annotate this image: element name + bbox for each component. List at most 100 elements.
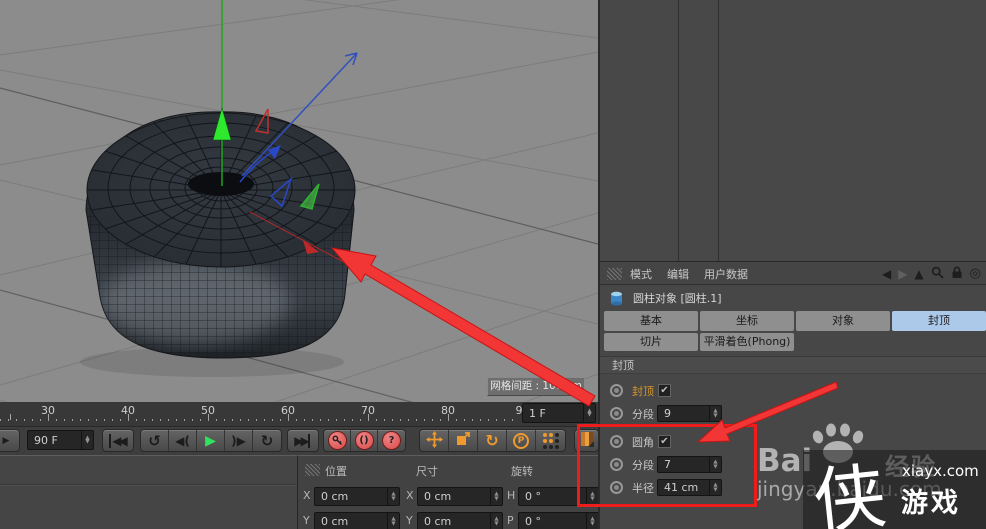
position-header: 位置 [325, 465, 347, 478]
search-icon[interactable] [931, 266, 944, 282]
record-position-button[interactable] [420, 430, 449, 451]
stepper-arrows-icon[interactable] [709, 480, 721, 495]
property-row-cap-segments: 分段 9 [600, 404, 986, 423]
range-end-field[interactable]: 1 F [522, 403, 596, 423]
tab-caps[interactable]: 封顶 [892, 311, 986, 331]
stepper-arrows-icon[interactable] [583, 404, 595, 422]
current-frame-field[interactable]: 90 F [27, 430, 94, 450]
tab-row-primary: 基本 坐标 对象 封顶 [604, 311, 986, 331]
keyframe-circle-icon[interactable] [610, 407, 623, 420]
autokey-button[interactable]: () [351, 430, 378, 451]
viewport-3d[interactable]: 网格间距 : 100 cm [0, 0, 598, 402]
menu-edit[interactable]: 编辑 [667, 266, 689, 282]
focus-target-icon[interactable]: ◎ [970, 266, 981, 281]
record-group: () ? [323, 429, 406, 452]
parent-up-icon[interactable]: ▲ [914, 267, 923, 281]
menu-user-data[interactable]: 用户数据 [704, 266, 748, 282]
history-forward-icon[interactable]: ▶ [898, 267, 907, 281]
coord-label: Y [303, 514, 310, 527]
coord-label: X [406, 489, 414, 502]
record-scale-button[interactable] [449, 430, 478, 451]
property-label: 半径 [632, 481, 654, 495]
stepper-arrows-icon[interactable] [387, 488, 399, 505]
stepper-arrows-icon[interactable] [709, 457, 721, 472]
history-back-icon[interactable]: ◀ [882, 267, 891, 281]
panel-grip-icon[interactable] [305, 464, 320, 476]
keyframe-circle-icon[interactable] [610, 435, 623, 448]
fillet-segments-field[interactable]: 7 [657, 456, 722, 473]
play-icon: ▶ [205, 432, 216, 449]
cap-segments-field[interactable]: 9 [657, 405, 722, 422]
material-manager-panel[interactable] [0, 455, 297, 529]
record-pla-button[interactable] [536, 430, 565, 451]
next-key-button[interactable]: )▶ [225, 430, 253, 451]
goto-end-button[interactable]: ▶▶ [287, 429, 319, 452]
tab-basic[interactable]: 基本 [604, 311, 698, 331]
timeline-ruler[interactable]: 30 40 50 60 70 80 9 [0, 402, 598, 427]
rotation-p-field[interactable]: 0 ° [518, 512, 598, 529]
fillet-checkbox[interactable]: ✔ [658, 435, 671, 448]
fillet-radius-field[interactable]: 41 cm [657, 479, 722, 496]
object-header[interactable]: 圆柱对象 [圆柱.1] [600, 287, 986, 309]
parentheses-icon: () [354, 431, 374, 450]
mini-play-button[interactable]: ▶ [0, 429, 20, 452]
record-parameter-button[interactable]: P [507, 430, 536, 451]
menu-mode[interactable]: 模式 [630, 266, 652, 282]
caps-checkbox[interactable]: ✔ [658, 384, 671, 397]
play-button[interactable]: ▶ [197, 430, 225, 451]
rotate-icon: ↻ [485, 431, 499, 450]
coordinates-panel: 位置 尺寸 旋转 X 0 cm X 0 cm H 0 ° Y 0 cm Y 0 … [297, 455, 598, 529]
stepper-arrows-icon[interactable] [709, 406, 721, 421]
property-row-fillet-segments: 分段 7 [600, 455, 986, 474]
tab-phong[interactable]: 平滑着色(Phong) [700, 333, 794, 351]
keyframe-circle-icon[interactable] [610, 458, 623, 471]
position-y-field[interactable]: 0 cm [314, 512, 400, 529]
record-keyframe-button[interactable] [324, 430, 351, 451]
goto-start-icon: ◀◀ [109, 433, 128, 448]
tab-object[interactable]: 对象 [796, 311, 890, 331]
prev-key-button[interactable]: ◀( [169, 430, 197, 451]
stepper-arrows-icon[interactable] [490, 513, 502, 529]
keyframe-options-button[interactable]: ? [378, 430, 405, 451]
goto-end-icon: ▶▶ [294, 433, 310, 448]
size-y-field[interactable]: 0 cm [417, 512, 503, 529]
stepper-arrows-icon[interactable] [586, 488, 598, 505]
property-label: 圆角 [632, 435, 654, 449]
size-x-field[interactable]: 0 cm [417, 487, 503, 506]
object-title: 圆柱对象 [圆柱.1] [633, 292, 722, 305]
lock-icon[interactable] [951, 266, 963, 282]
stepper-arrows-icon[interactable] [490, 488, 502, 505]
keyframe-circle-icon[interactable] [610, 384, 623, 397]
position-x-field[interactable]: 0 cm [314, 487, 400, 506]
loop-forward-icon: ↻ [260, 431, 274, 450]
layer-browser-button[interactable] [574, 429, 599, 452]
property-row-caps: 封顶 ✔ [600, 381, 986, 400]
property-row-fillet: 圆角 ✔ [600, 432, 986, 451]
panel-grip-icon[interactable] [607, 267, 622, 280]
caps-section-header[interactable]: 封顶 [600, 356, 986, 374]
property-label: 分段 [632, 407, 654, 421]
attribute-manager: 模式 编辑 用户数据 ◀ ▶ ▲ ◎ 圆柱对象 [圆柱.1] 基本 坐标 对象 … [598, 0, 986, 529]
next-key-icon: )▶ [231, 433, 246, 448]
parameter-icon: P [513, 432, 529, 449]
record-rotation-button[interactable]: ↻ [478, 430, 507, 451]
prev-key-icon: ◀( [175, 433, 190, 448]
keyframe-circle-icon[interactable] [610, 481, 623, 494]
goto-start-button[interactable]: ◀◀ [102, 429, 134, 452]
tab-coordinates[interactable]: 坐标 [700, 311, 794, 331]
attribute-menu-bar: 模式 编辑 用户数据 ◀ ▶ ▲ ◎ [600, 263, 986, 285]
panel-divider [718, 0, 719, 261]
question-icon: ? [382, 431, 401, 450]
coord-label: H [507, 489, 516, 502]
playback-group: ↺ ◀( ▶ )▶ ↻ [140, 429, 282, 452]
scale-icon [456, 430, 470, 449]
stepper-arrows-icon[interactable] [81, 431, 93, 449]
rotation-h-field[interactable]: 0 ° [518, 487, 598, 506]
play-forward-button[interactable]: ↻ [253, 430, 281, 451]
tab-slice[interactable]: 切片 [604, 333, 698, 351]
stepper-arrows-icon[interactable] [387, 513, 399, 529]
stepper-arrows-icon[interactable] [586, 513, 598, 529]
viewport-scene [0, 0, 598, 402]
play-backward-button[interactable]: ↺ [141, 430, 169, 451]
timeline-panel-empty[interactable] [600, 0, 986, 262]
